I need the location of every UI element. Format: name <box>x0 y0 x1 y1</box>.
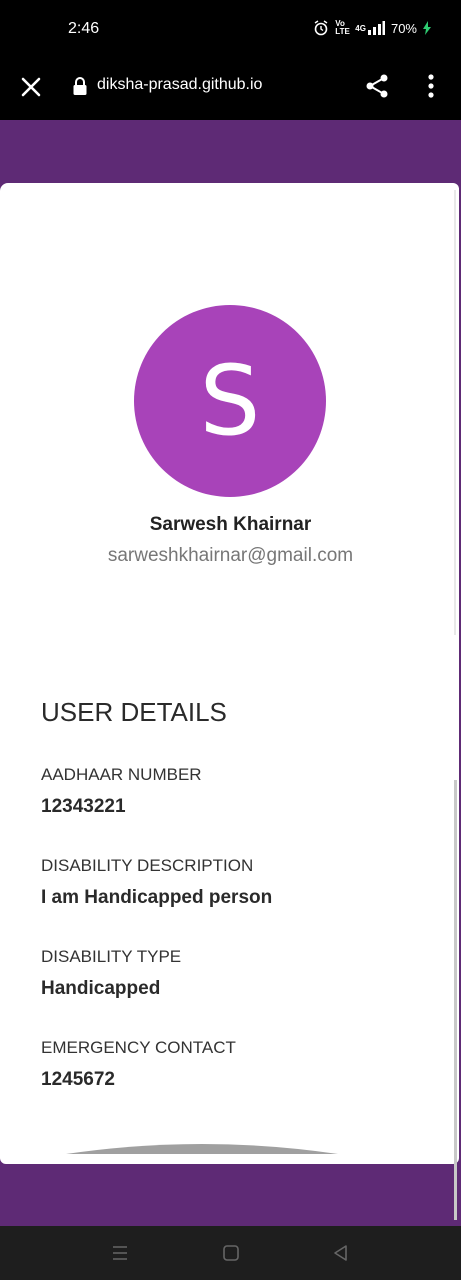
share-icon[interactable] <box>364 73 390 99</box>
menu-icon[interactable] <box>110 1243 130 1263</box>
url-text[interactable]: diksha-prasad.github.io <box>97 76 262 94</box>
profile-name: Sarwesh Khairnar <box>149 514 312 535</box>
profile-email: sarweshkhairnar@gmail.com <box>107 545 354 566</box>
close-icon[interactable] <box>20 76 42 98</box>
charging-icon <box>423 21 431 35</box>
battery-percent: 70% <box>390 20 417 36</box>
aadhaar-label: AADHAAR NUMBER <box>41 765 202 784</box>
divider-curve <box>66 1144 338 1154</box>
section-title: USER DETAILS <box>41 697 227 727</box>
more-options-icon[interactable] <box>420 73 442 99</box>
scrollbar-thumb[interactable] <box>454 780 457 1220</box>
emergency-contact-value: 1245672 <box>41 1069 115 1090</box>
scroll-track <box>454 190 456 635</box>
browser-toolbar: diksha-prasad.github.io <box>0 60 461 120</box>
lock-icon <box>73 77 87 95</box>
disability-description-label: DISABILITY DESCRIPTION <box>41 856 254 875</box>
status-time: 2:46 <box>68 20 100 37</box>
status-bar: 2:46 Vo LTE 4G 70% <box>0 0 461 60</box>
status-icons: Vo LTE 4G 70% <box>313 20 431 36</box>
emergency-contact-label: EMERGENCY CONTACT <box>41 1038 236 1057</box>
alarm-icon <box>313 20 329 36</box>
disability-type-value: Handicapped <box>41 978 161 999</box>
network-type-label: 4G <box>355 23 366 33</box>
disability-description-value: I am Handicapped person <box>41 887 273 908</box>
aadhaar-value: 12343221 <box>41 796 126 817</box>
volte-icon: Vo LTE <box>335 19 350 36</box>
system-nav-bar <box>0 1226 461 1280</box>
home-icon[interactable] <box>221 1243 241 1263</box>
avatar: S <box>134 305 326 497</box>
signal-icon: 4G <box>355 21 385 35</box>
back-icon[interactable] <box>331 1243 351 1263</box>
disability-type-label: DISABILITY TYPE <box>41 947 182 966</box>
